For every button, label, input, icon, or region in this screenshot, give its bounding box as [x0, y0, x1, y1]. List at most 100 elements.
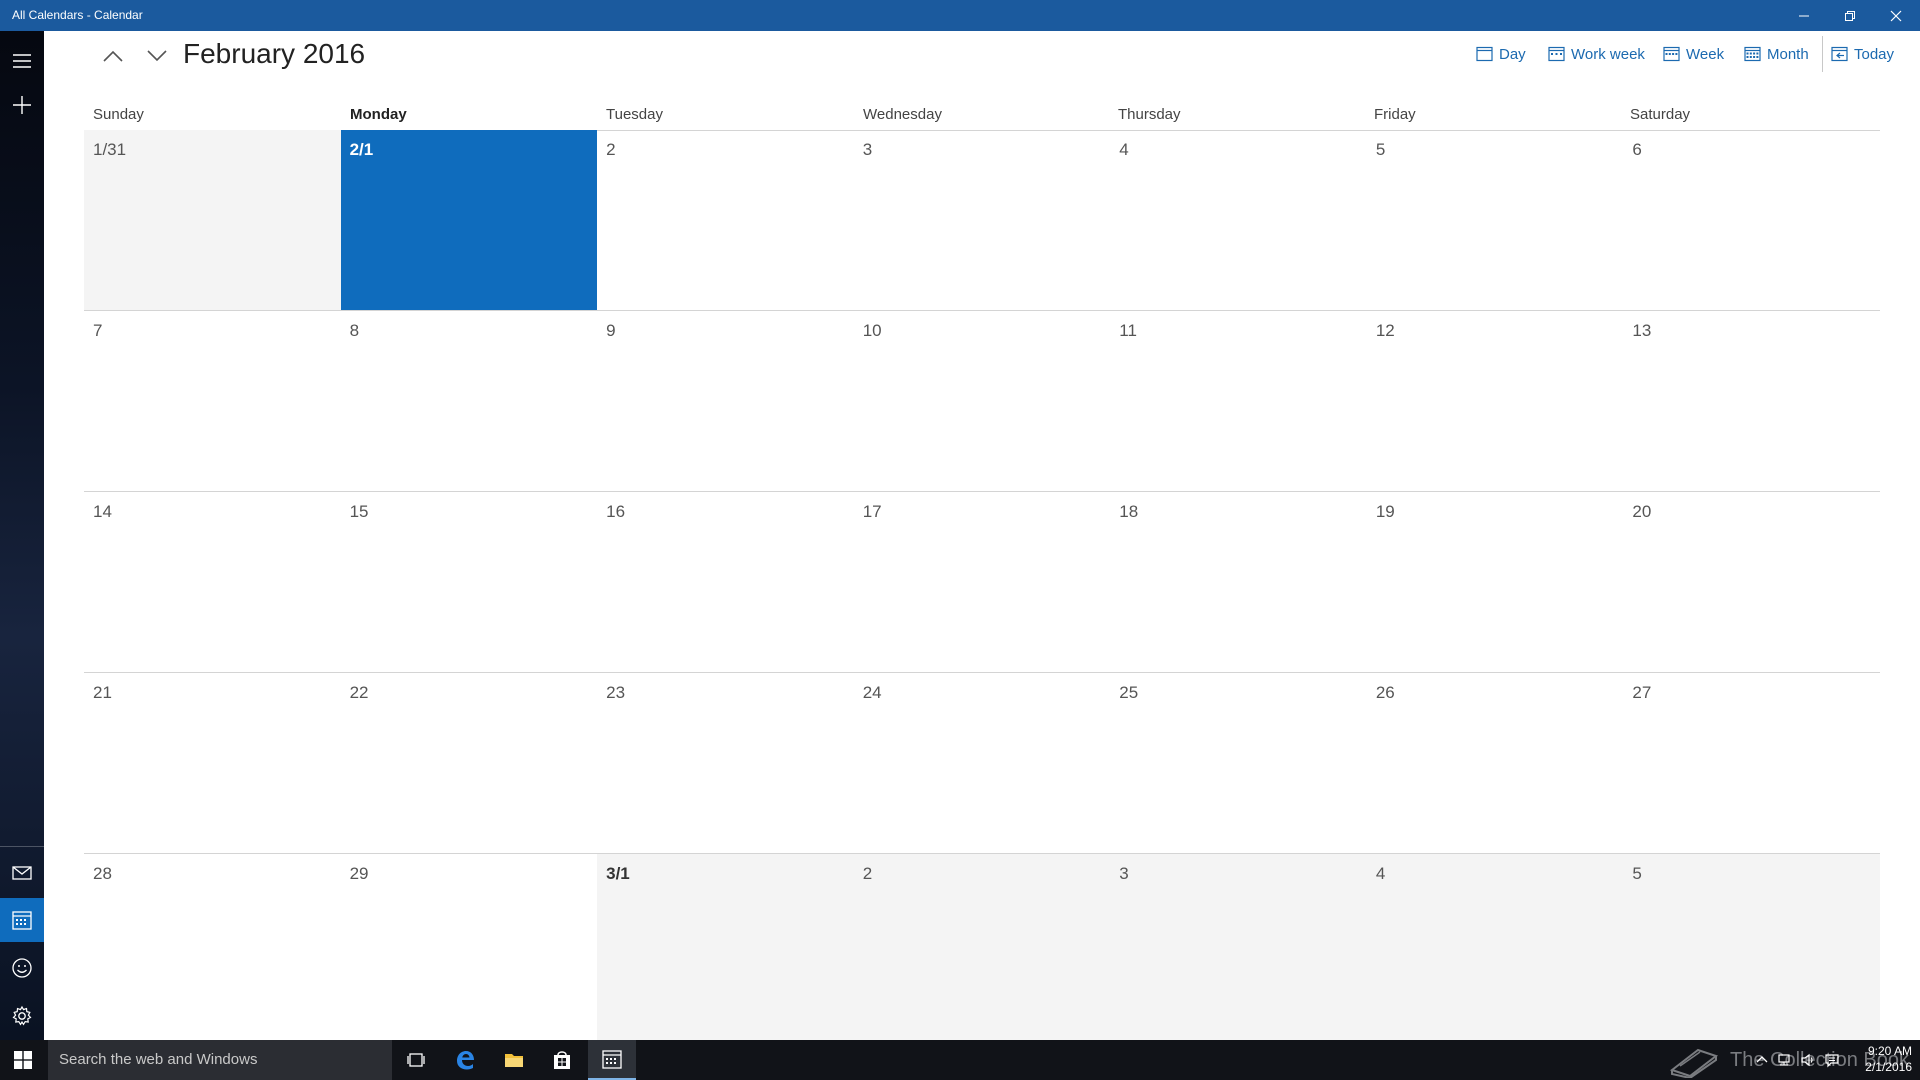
view-workweek-button[interactable]: Work week: [1548, 42, 1645, 66]
week-row: 14 15 16 17 18 19 20: [84, 492, 1880, 673]
calendar-app-button[interactable]: [588, 1040, 636, 1080]
task-view-icon: [407, 1053, 425, 1067]
today-label: Today: [1854, 45, 1895, 63]
day-cell[interactable]: 25: [1110, 673, 1367, 853]
task-view-button[interactable]: [392, 1040, 440, 1080]
show-hidden-icons-button[interactable]: [1754, 1040, 1770, 1080]
left-rail: [0, 31, 44, 1040]
day-cell[interactable]: 16: [597, 492, 854, 672]
weekday-header: Tuesday: [606, 106, 663, 123]
close-button[interactable]: [1873, 0, 1919, 31]
week-row: 7 8 9 10 11 12 13: [84, 311, 1880, 492]
day-cell[interactable]: 3/1: [597, 854, 854, 1040]
view-week-button[interactable]: Week: [1663, 42, 1724, 66]
day-cell[interactable]: 3: [854, 130, 1111, 310]
view-separator: [1822, 36, 1823, 72]
day-number: 4: [1119, 140, 1129, 159]
volume-icon: [1801, 1053, 1813, 1067]
day-cell[interactable]: 27: [1623, 673, 1880, 853]
close-icon: [1890, 10, 1902, 21]
day-cell[interactable]: 10: [854, 311, 1111, 491]
view-month-button[interactable]: Month: [1744, 42, 1809, 66]
day-number: 12: [1375, 321, 1395, 340]
day-cell[interactable]: 4: [1366, 854, 1624, 1040]
clock[interactable]: 9:20 AM 2/1/2016: [1856, 1043, 1912, 1075]
weekday-header: Wednesday: [863, 106, 942, 123]
day-cell[interactable]: 29: [341, 854, 598, 1040]
day-cell[interactable]: 5: [1367, 130, 1624, 310]
day-cell[interactable]: 2: [597, 130, 854, 310]
day-cell-today[interactable]: 2/1: [340, 130, 598, 310]
day-cell[interactable]: 13: [1623, 311, 1880, 491]
day-number: 4: [1375, 864, 1386, 883]
day-number: 15: [349, 502, 369, 521]
day-number: 10: [862, 321, 882, 340]
day-cell[interactable]: 26: [1367, 673, 1624, 853]
today-button[interactable]: Today: [1831, 42, 1894, 66]
settings-button[interactable]: [0, 994, 44, 1038]
view-day-button[interactable]: Day: [1476, 42, 1526, 66]
chevron-down-icon: [147, 50, 167, 62]
day-cell[interactable]: 5: [1623, 854, 1880, 1040]
day-cell[interactable]: 17: [854, 492, 1111, 672]
minimize-button[interactable]: [1781, 0, 1827, 31]
previous-month-button[interactable]: [99, 42, 127, 70]
day-cell[interactable]: 23: [597, 673, 854, 853]
day-view-icon: [1476, 46, 1493, 62]
search-input[interactable]: Search the web and Windows: [48, 1040, 392, 1080]
day-cell[interactable]: 1/31: [84, 130, 341, 310]
file-explorer-button[interactable]: [490, 1040, 538, 1080]
day-cell[interactable]: 7: [84, 311, 341, 491]
store-button[interactable]: [538, 1040, 586, 1080]
calendar-icon: [602, 1050, 622, 1069]
day-number: 16: [606, 502, 626, 521]
day-number: 11: [1119, 321, 1137, 340]
notification-icon: [1825, 1054, 1839, 1068]
new-event-button[interactable]: [0, 83, 44, 127]
taskbar: Search the web and Windows The Collectio…: [0, 1040, 1920, 1080]
workweek-view-icon: [1548, 46, 1565, 62]
start-button[interactable]: [0, 1040, 46, 1080]
minimize-icon: [1799, 15, 1809, 16]
day-number: 2: [606, 140, 616, 159]
edge-button[interactable]: [441, 1040, 489, 1080]
gear-icon: [12, 1005, 32, 1026]
calendar-button[interactable]: [0, 898, 44, 942]
day-cell[interactable]: 14: [84, 492, 341, 672]
day-cell[interactable]: 6: [1623, 130, 1880, 310]
day-number: 3: [862, 140, 873, 159]
day-number: 2/1: [349, 140, 374, 159]
day-cell[interactable]: 4: [1110, 130, 1367, 310]
window-title: All Calendars - Calendar: [12, 8, 143, 22]
day-cell[interactable]: 8: [341, 311, 598, 491]
day-cell[interactable]: 12: [1367, 311, 1624, 491]
next-month-button[interactable]: [143, 42, 171, 70]
week-row: 1/31 2/1 2 3 4 5 6: [84, 130, 1880, 311]
day-cell[interactable]: 21: [84, 673, 341, 853]
menu-button[interactable]: [0, 39, 44, 83]
action-center-button[interactable]: [1822, 1040, 1842, 1080]
day-cell[interactable]: 15: [341, 492, 598, 672]
day-cell[interactable]: 2: [853, 854, 1111, 1040]
day-number: 26: [1375, 683, 1395, 702]
day-cell[interactable]: 20: [1623, 492, 1880, 672]
day-cell[interactable]: 19: [1367, 492, 1624, 672]
day-cell[interactable]: 11: [1110, 311, 1367, 491]
day-cell[interactable]: 22: [341, 673, 598, 853]
day-cell[interactable]: 9: [597, 311, 854, 491]
day-number: 17: [862, 502, 882, 521]
feedback-button[interactable]: [0, 946, 44, 990]
day-cell[interactable]: 28: [84, 854, 341, 1040]
windows-logo-icon: [14, 1051, 32, 1069]
chevron-up-icon: [103, 50, 123, 62]
view-month-label: Month: [1767, 45, 1809, 63]
restore-button[interactable]: [1827, 0, 1873, 31]
chevron-up-icon: [1756, 1056, 1768, 1063]
network-button[interactable]: [1774, 1040, 1794, 1080]
volume-button[interactable]: [1798, 1040, 1818, 1080]
weekday-header-current: Monday: [350, 106, 407, 123]
day-cell[interactable]: 18: [1110, 492, 1367, 672]
mail-button[interactable]: [0, 851, 44, 895]
day-cell[interactable]: 24: [854, 673, 1111, 853]
day-cell[interactable]: 3: [1110, 854, 1367, 1040]
